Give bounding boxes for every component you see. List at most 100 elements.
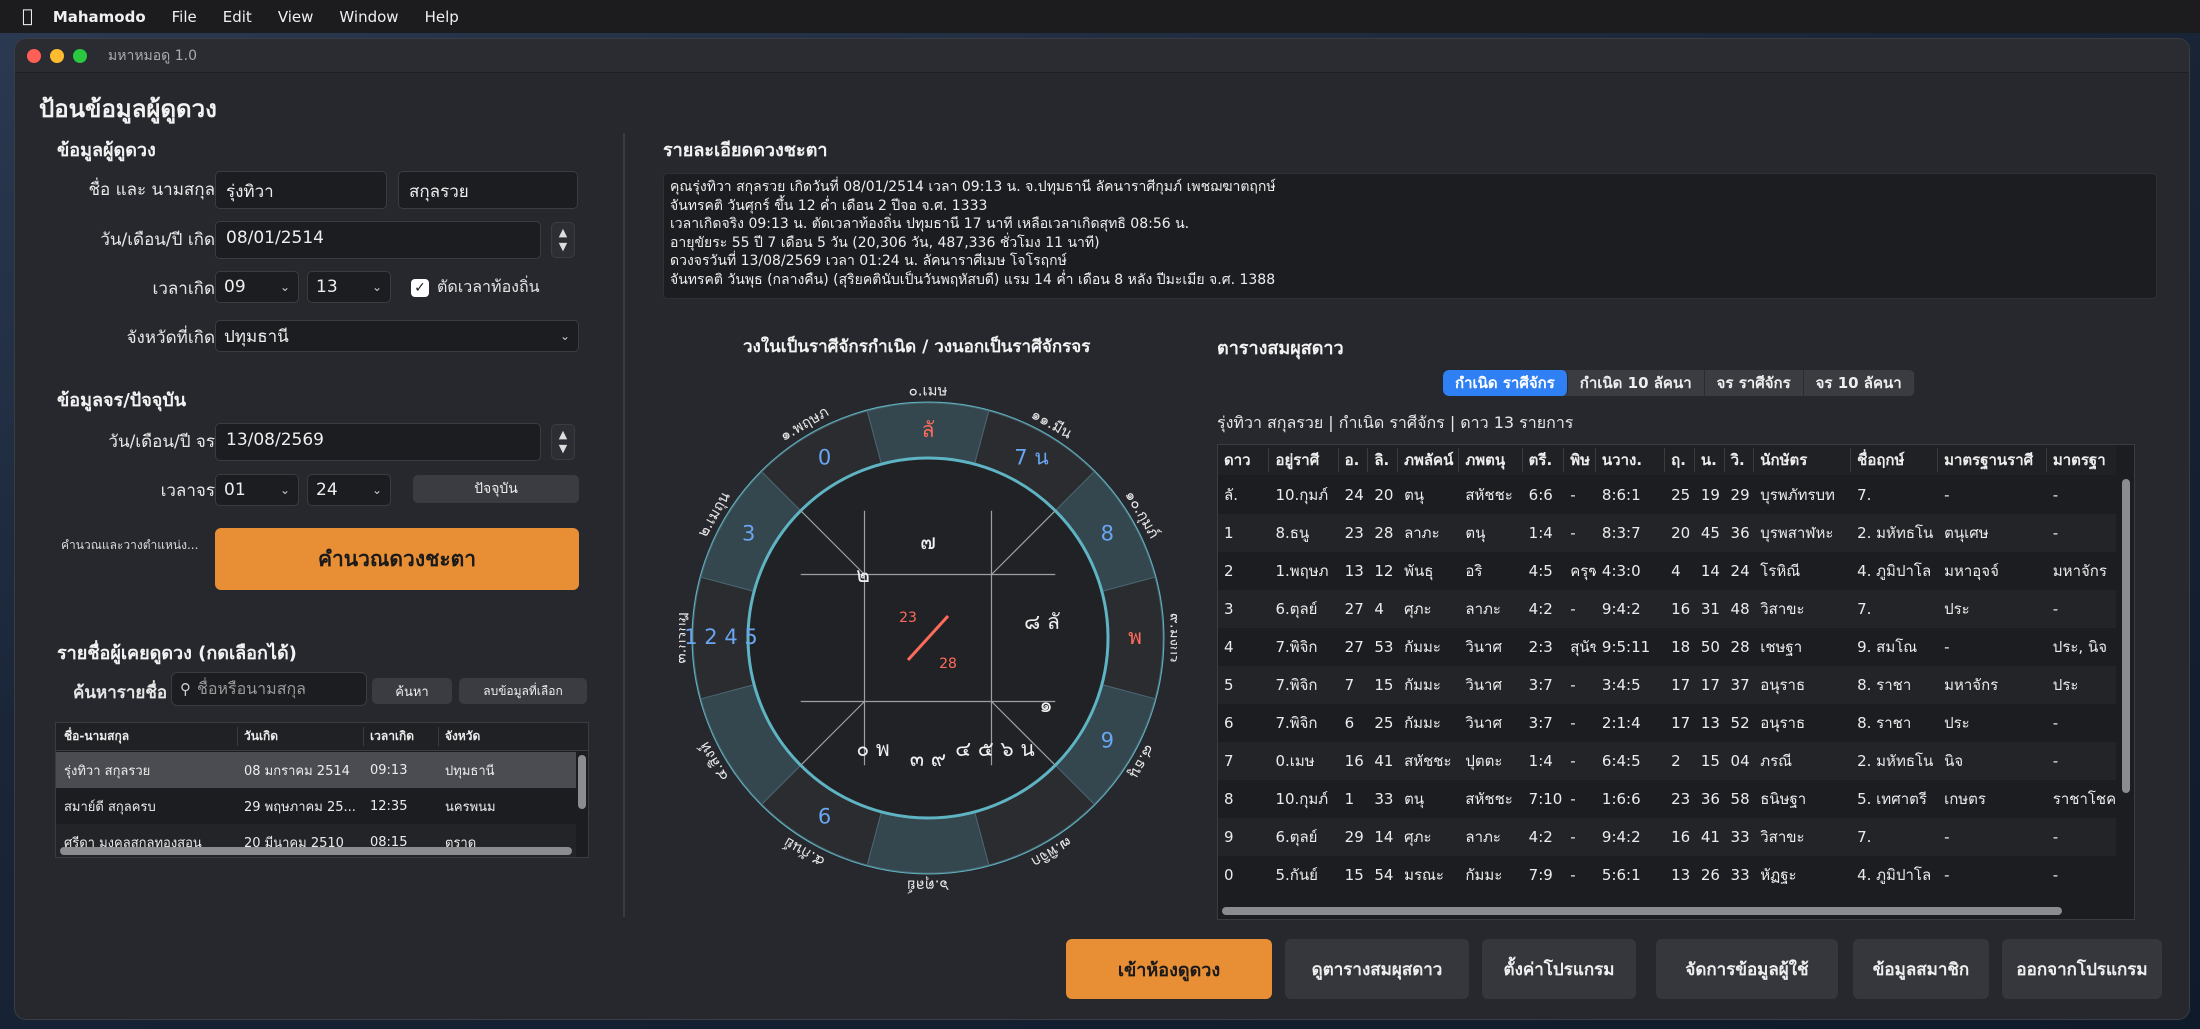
planet-cell: มหาจักร: [2052, 562, 2107, 580]
birth-hour-select[interactable]: 09 ⌄: [215, 271, 299, 303]
history-col-time[interactable]: เวลาเกิด: [364, 727, 439, 746]
planet-col-header[interactable]: ภพตนุ: [1459, 448, 1523, 472]
planet-col-header[interactable]: ฤ.: [1665, 448, 1695, 472]
minimize-window-button[interactable]: [50, 48, 64, 63]
menu-file[interactable]: File: [172, 8, 197, 26]
planet-vertical-scrollbar[interactable]: [2122, 479, 2130, 793]
planet-cell: 4:2: [1528, 828, 1553, 846]
planet-cell: 7.: [1857, 486, 1872, 504]
tab-birth-10-lagna[interactable]: กำเนิด 10 ลัคนา: [1568, 370, 1705, 396]
planet-row[interactable]: 6 7.พิจิก 6 25 กัมมะ วินาศ 3:7-2:1:4 17 13 52 อนุร…: [1218, 704, 2116, 742]
planet-col-header[interactable]: ชื่อฤกษ์: [1851, 448, 1939, 472]
history-col-dob[interactable]: วันเกิด: [238, 727, 364, 746]
tab-birth-zodiac[interactable]: กำเนิด ราศีจักร: [1443, 370, 1568, 396]
planet-col-header[interactable]: มาตรฐา: [2047, 448, 2116, 472]
name-label: ชื่อ และ นามสกุล: [88, 180, 215, 200]
planet-col-header[interactable]: พิษ: [1564, 448, 1596, 472]
zoom-window-button[interactable]: [73, 48, 87, 63]
transit-minute-select[interactable]: 24 ⌄: [307, 474, 391, 506]
planet-row[interactable]: 3 6.ตุลย์ 27 4 ศุภะ ลาภะ 4:2-9:4:2 16 31 48 วิสาขะ…: [1218, 590, 2116, 628]
dob-stepper[interactable]: ▲ ▼: [551, 222, 575, 258]
planet-row[interactable]: 1 8.ธนู 23 28 ลาภะ ตนุ 1:4-8:3:7 20 45 36 บุรพสาฬห…: [1218, 514, 2116, 552]
planet-row[interactable]: 9 6.ตุลย์ 29 14 ศุภะ ลาภะ 4:2-9:4:2 16 41 33 วิสาข…: [1218, 818, 2116, 856]
planet-cell: มรณะ: [1404, 866, 1444, 884]
planet-col-header[interactable]: น.: [1695, 448, 1725, 472]
history-col-province[interactable]: จังหวัด: [439, 727, 569, 746]
planet-row[interactable]: 8 10.กุมภ์ 1 33 ตนุ สหัชชะ 7:10- 1:6:6 23 36 58 ธนิ…: [1218, 780, 2116, 818]
province-label: จังหวัดที่เกิด: [126, 328, 215, 348]
planet-cell: 5.กันย์: [1275, 866, 1318, 884]
chevron-up-icon[interactable]: ▲: [559, 226, 567, 240]
view-planet-table-button[interactable]: ดูตารางสมผุสดาว: [1285, 939, 1469, 999]
planet-col-header[interactable]: วิ.: [1725, 448, 1755, 472]
tab-transit-zodiac[interactable]: จร ราศีจักร: [1705, 370, 1804, 396]
transit-date-stepper[interactable]: ▲ ▼: [551, 424, 575, 460]
history-search-button[interactable]: ค้นหา: [372, 678, 452, 704]
chevron-up-icon[interactable]: ▲: [559, 428, 567, 442]
member-info-button[interactable]: ข้อมูลสมาชิก: [1853, 939, 1989, 999]
exit-program-button[interactable]: ออกจากโปรแกรม: [2002, 939, 2162, 999]
apple-icon[interactable]: : [22, 6, 33, 27]
planet-cell: เกษตร: [1944, 790, 1986, 808]
planet-row[interactable]: 2 1.พฤษภ 13 12 พันธุ อริ 4:5 ครุฑ 4:3:0 4 14 24 โรหิ…: [1218, 552, 2116, 590]
first-name-field[interactable]: รุ่งทิวา: [215, 171, 387, 209]
horoscope-wheel: ๐.เมษ๑.พฤษภ๒.เมถุน๓.กรกฎ๔.สิงห์๕.กันย์๖.…: [679, 382, 1178, 895]
planet-cell: 3:4:5: [1601, 676, 1641, 694]
planet-row[interactable]: ลั. 10.กุมภ์ 24 20 ตนุ สหัชชะ 6:6-8:6:1 25 19 29 บ…: [1218, 476, 2116, 514]
planet-col-header[interactable]: นักษัตร: [1754, 448, 1852, 472]
planet-row[interactable]: 5 7.พิจิก 7 15 กัมมะ วินาศ 3:7- 3:4:5 17 17 37 อนุร…: [1218, 666, 2116, 704]
transit-date-field[interactable]: 13/08/2569: [215, 423, 541, 461]
menu-edit[interactable]: Edit: [223, 8, 252, 26]
planet-horizontal-scrollbar[interactable]: [1222, 907, 2062, 915]
planet-cell: 17: [1700, 676, 1720, 694]
planet-col-header[interactable]: นวาง.: [1596, 448, 1666, 472]
chevron-down-icon[interactable]: ▼: [559, 240, 567, 254]
planet-cell: 16: [1344, 752, 1364, 770]
checkmark-icon[interactable]: ✓: [411, 278, 429, 297]
window-title: มหาหมอดู 1.0: [108, 47, 197, 64]
history-row[interactable]: สมาย์ดี สกุลครบ 29 พฤษภาคม 25... 12:35 น…: [56, 788, 576, 824]
history-row[interactable]: รุ่งทิวา สกุลรวย 08 มกราคม 2514 09:13 ปท…: [56, 752, 576, 788]
planet-cell: 28: [1374, 524, 1394, 542]
planet-row[interactable]: 0 5.กันย์ 15 54 มรณะ กัมมะ 7:9-5:6:1 13 26 33 หัฏฐ…: [1218, 856, 2116, 894]
now-button[interactable]: ปัจจุบัน: [413, 475, 579, 503]
close-window-button[interactable]: [27, 48, 41, 63]
planet-col-header[interactable]: อยู่ราศี: [1269, 448, 1339, 472]
history-search-input[interactable]: ⚲ ชื่อหรือนามสกุล: [171, 672, 367, 706]
history-vertical-scrollbar[interactable]: [578, 755, 586, 809]
tab-transit-10-lagna[interactable]: จร 10 ลัคนา: [1804, 370, 1915, 396]
planet-col-header[interactable]: ภพลัคน์: [1398, 448, 1460, 472]
enter-reading-room-button[interactable]: เข้าห้องดูดวง: [1066, 939, 1272, 999]
wheel-sign-label: ๙.มังกร: [1167, 613, 1178, 663]
planet-col-header[interactable]: อ.: [1339, 448, 1369, 472]
planet-row[interactable]: 7 0.เมษ 16 41 สหัชชะ ปุตตะ 1:4-6:4:5 2 15 04 ภรณี 2…: [1218, 742, 2116, 780]
planet-cell: 28: [1730, 638, 1750, 656]
last-name-field[interactable]: สกุลรวย: [398, 171, 578, 209]
birth-minute-select[interactable]: 13 ⌄: [307, 271, 391, 303]
planet-col-header[interactable]: ตรี.: [1523, 448, 1565, 472]
planet-cell: 0.เมษ: [1275, 752, 1315, 770]
transit-hour-select[interactable]: 01 ⌄: [215, 474, 299, 506]
dob-field[interactable]: 08/01/2514: [215, 221, 541, 259]
manage-users-button[interactable]: จัดการข้อมูลผู้ใช้: [1656, 939, 1838, 999]
menu-view[interactable]: View: [278, 8, 314, 26]
planet-cell: 3: [1224, 600, 1234, 618]
history-horizontal-scrollbar[interactable]: [60, 847, 572, 855]
history-delete-button[interactable]: ลบข้อมูลที่เลือก: [459, 678, 587, 704]
history-col-name[interactable]: ชื่อ-นามสกุล: [56, 727, 238, 746]
planet-row[interactable]: 4 7.พิจิก 27 53 กัมมะ วินาศ 2:3 สุนัข 9:5:11 18 50…: [1218, 628, 2116, 666]
local-time-checkbox[interactable]: ✓ ตัดเวลาท้องถิ่น: [411, 275, 540, 300]
chevron-down-icon[interactable]: ▼: [559, 442, 567, 456]
menu-window[interactable]: Window: [339, 8, 398, 26]
menu-app-name[interactable]: Mahamodo: [53, 8, 146, 26]
settings-button[interactable]: ตั้งค่าโปรแกรม: [1482, 939, 1636, 999]
planet-col-header[interactable]: ดาว: [1218, 448, 1270, 472]
planet-col-header[interactable]: มาตรฐานราศี: [1938, 448, 2047, 472]
menu-help[interactable]: Help: [425, 8, 459, 26]
province-select[interactable]: ปทุมธานี ⌄: [215, 320, 579, 352]
planet-col-header[interactable]: ลิ.: [1368, 448, 1399, 472]
planet-cell: 3:7: [1528, 676, 1553, 694]
calculate-button[interactable]: คำนวณดวงชะตา: [215, 528, 579, 590]
main-window: มหาหมอดู 1.0 ป้อนข้อมูลผู้ดูดวง ข้อมูลผู…: [14, 38, 2190, 1020]
history-cell-dob: 29 พฤษภาคม 25...: [244, 799, 356, 815]
